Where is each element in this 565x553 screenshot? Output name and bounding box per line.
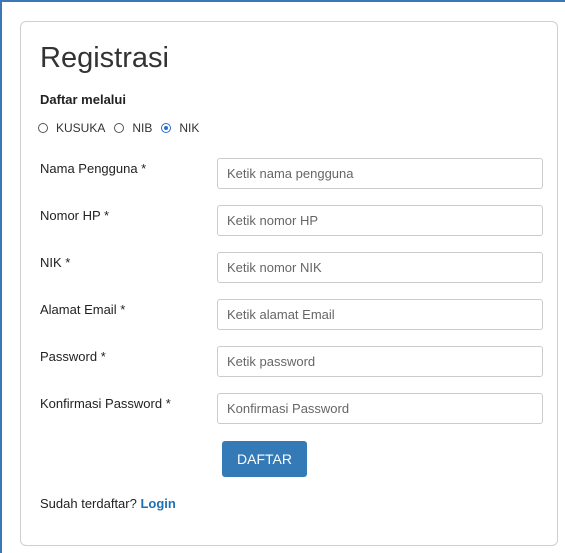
radio-unchecked-icon[interactable]	[114, 123, 125, 133]
confirm-password-label: Konfirmasi Password *	[40, 396, 171, 411]
register-button[interactable]: DAFTAR	[222, 441, 307, 477]
radio-label-nib: NIB	[132, 121, 153, 135]
nik-label: NIK *	[40, 255, 71, 270]
radio-checked-icon[interactable]	[161, 123, 172, 133]
email-label: Alamat Email *	[40, 302, 126, 317]
page-title: Registrasi	[40, 42, 169, 74]
radio-option-nib[interactable]: NIB	[114, 121, 152, 135]
radio-option-nik[interactable]: NIK	[161, 121, 199, 135]
window-left-border	[0, 0, 2, 553]
radio-unchecked-icon[interactable]	[38, 123, 48, 133]
login-link[interactable]: Login	[140, 496, 175, 511]
password-input[interactable]	[217, 346, 543, 377]
phone-input[interactable]	[217, 205, 543, 236]
radio-option-kusuka[interactable]: KUSUKA	[38, 121, 105, 135]
username-label: Nama Pengguna *	[40, 161, 147, 176]
registration-card: Registrasi Daftar melalui KUSUKA NIB NIK…	[20, 21, 558, 546]
login-prompt: Sudah terdaftar? Login	[40, 496, 176, 511]
register-via-label: Daftar melalui	[40, 92, 126, 107]
password-label: Password *	[40, 349, 106, 364]
username-input[interactable]	[217, 158, 543, 189]
phone-label: Nomor HP *	[40, 208, 110, 223]
confirm-password-input[interactable]	[217, 393, 543, 424]
already-registered-text: Sudah terdaftar?	[40, 496, 137, 511]
nik-input[interactable]	[217, 252, 543, 283]
window-top-border	[0, 0, 565, 2]
radio-label-nik: NIK	[179, 121, 200, 135]
email-input[interactable]	[217, 299, 543, 330]
radio-label-kusuka: KUSUKA	[56, 121, 106, 135]
register-via-options: KUSUKA NIB NIK	[38, 121, 208, 135]
